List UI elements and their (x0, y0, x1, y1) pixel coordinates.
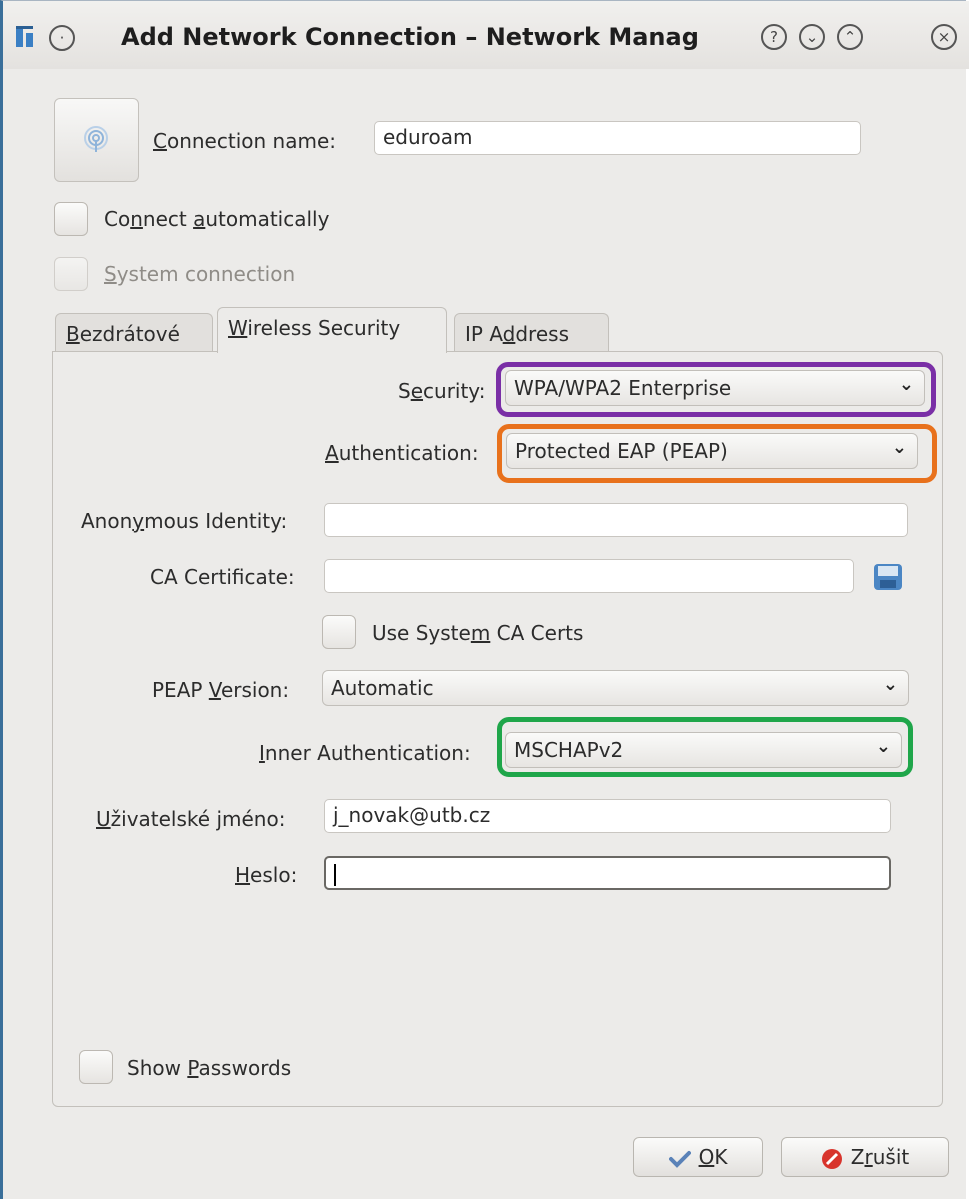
system-connection-checkbox[interactable] (54, 257, 88, 291)
use-system-ca-certs-checkbox[interactable] (322, 615, 356, 649)
system-connection-label[interactable]: System connection (104, 262, 295, 286)
use-system-ca-certs-label[interactable]: Use System CA Certs (372, 621, 583, 645)
peap-version-label: PEAP Version: (152, 678, 290, 702)
window-menu-icon[interactable]: · (49, 25, 75, 51)
tab-ip-address[interactable]: IP Address (454, 313, 609, 353)
title-bar[interactable]: · Add Network Connection – Network Manag… (3, 1, 969, 69)
chevron-down-icon: ⌄ (898, 374, 914, 395)
peap-version-select[interactable]: Automatic ⌄ (322, 670, 909, 706)
cancel-icon (821, 1148, 842, 1169)
connection-icon-button[interactable] (54, 98, 139, 182)
connection-name-input[interactable]: eduroam (374, 121, 861, 155)
ok-button[interactable]: OK (633, 1137, 763, 1177)
dialog-window: · Add Network Connection – Network Manag… (0, 0, 969, 1199)
window-title: Add Network Connection – Network Manag (121, 23, 699, 51)
anonymous-identity-input[interactable] (324, 503, 908, 537)
inner-authentication-label: Inner Authentication: (259, 741, 471, 765)
wifi-icon (84, 126, 108, 152)
security-select[interactable]: WPA/WPA2 Enterprise ⌄ (505, 370, 925, 406)
authentication-select[interactable]: Protected EAP (PEAP) ⌄ (506, 433, 918, 469)
username-input[interactable]: j_novak@utb.cz (324, 799, 891, 833)
authentication-label: Authentication: (325, 441, 479, 465)
inner-authentication-select[interactable]: MSCHAPv2 ⌄ (505, 732, 902, 768)
text-cursor (334, 863, 336, 886)
password-label: Heslo: (235, 863, 298, 887)
cancel-button[interactable]: Zrušit (781, 1137, 949, 1177)
help-icon[interactable]: ? (761, 24, 787, 50)
ca-certificate-label: CA Certificate: (150, 565, 295, 589)
password-input[interactable] (324, 856, 891, 890)
save-file-icon[interactable] (872, 562, 904, 592)
connect-automatically-checkbox[interactable] (54, 202, 88, 236)
close-icon[interactable]: × (931, 24, 957, 50)
username-label: Uživatelské jméno: (96, 807, 286, 831)
tab-bezdratove[interactable]: Bezdrátové (55, 313, 213, 353)
chevron-down-icon: ⌄ (875, 736, 891, 757)
show-passwords-checkbox[interactable] (79, 1050, 113, 1084)
chevron-down-icon: ⌄ (891, 437, 907, 458)
connect-automatically-label[interactable]: Connect automatically (104, 207, 329, 231)
ca-certificate-input[interactable] (324, 559, 854, 593)
network-manager-icon (16, 26, 33, 47)
connection-name-label: Connection name: (153, 129, 336, 153)
minimize-icon[interactable]: ⌄ (799, 24, 825, 50)
tab-wireless-security[interactable]: Wireless Security (217, 307, 447, 353)
anonymous-identity-label: Anonymous Identity: (81, 509, 288, 533)
show-passwords-label[interactable]: Show Passwords (127, 1056, 291, 1080)
checkmark-icon (668, 1150, 691, 1168)
chevron-down-icon: ⌄ (882, 674, 898, 695)
maximize-icon[interactable]: ⌃ (837, 24, 863, 50)
security-label: Security: (398, 379, 486, 403)
